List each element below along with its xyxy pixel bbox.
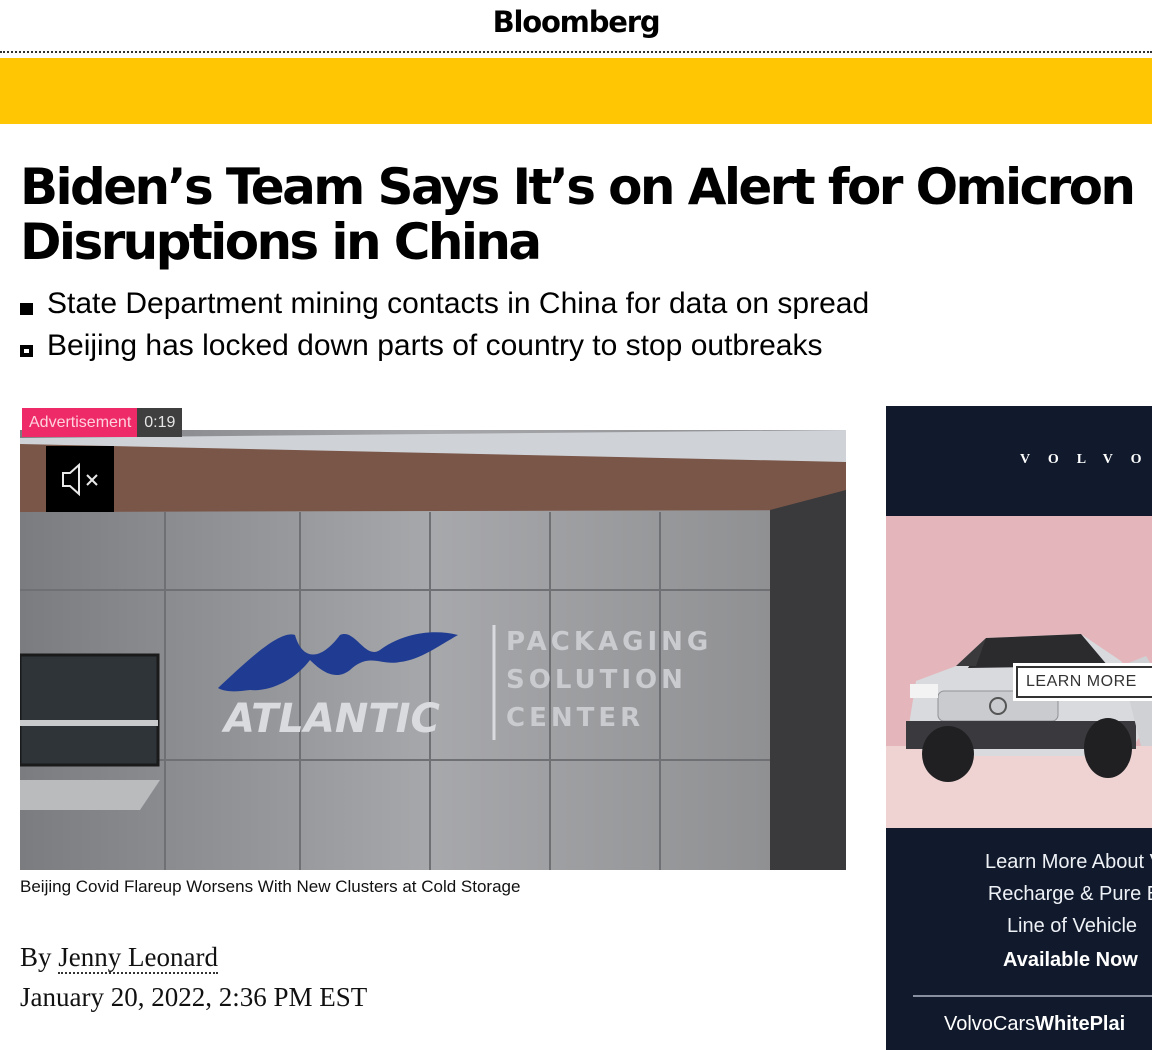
speaker-muted-icon [62,462,98,497]
volvo-logo: VOLVO [1020,452,1152,467]
ad-cta[interactable]: Available Now [1003,949,1138,972]
ad-copy-line-1: Learn More About V [985,851,1152,873]
sign-line-1: PACKAGING [506,627,712,657]
dealer-name: WhitePlai [1035,1013,1126,1035]
ad-car-image: LEARN MORE [886,516,1152,828]
ad-copy: Learn More About V Recharge & Pure E Lin… [944,846,1152,942]
square-bullet-icon [20,303,33,315]
square-bullet-icon [20,345,33,357]
volvo-side-ad[interactable]: VOLVO LEARN MORE Learn More About V Rech… [886,406,1152,1050]
ad-dealer: VolvoCarsWhitePlai [944,1013,1125,1036]
sign-brand-text: ATLANTIC [221,696,440,742]
video-frame-image: ATLANTIC PACKAGING SOLUTION CENTER [20,430,846,870]
bloomberg-logo[interactable]: Bloomberg [0,5,1152,39]
video-player[interactable]: ATLANTIC PACKAGING SOLUTION CENTER [20,430,846,870]
sign-line-3: CENTER [506,703,644,733]
sign-line-2: SOLUTION [506,665,687,695]
ad-label: Advertisement [22,408,138,437]
author-link[interactable]: Jenny Leonard [58,942,218,974]
summary-bullet-text: State Department mining contacts in Chin… [47,287,870,320]
top-banner [0,58,1152,124]
summary-bullet: State Department mining contacts in Chin… [20,283,869,325]
masthead: Bloomberg [0,0,1152,54]
mute-button[interactable] [46,446,114,512]
ad-copy-line-3: Line of Vehicle [1006,915,1138,937]
video-caption: Beijing Covid Flareup Worsens With New C… [20,877,521,896]
ad-copy-line-2: Recharge & Pure E [987,883,1152,905]
ad-countdown: 0:19 [137,408,183,437]
video-ad-badge: Advertisement 0:19 [22,408,183,437]
learn-more-button[interactable]: LEARN MORE [1016,666,1152,698]
headline-line-2: Disruptions in China [20,213,542,271]
headline-line-1: Biden’s Team Says It’s on Alert for Omic… [20,158,1136,216]
dealer-prefix: VolvoCars [944,1013,1036,1035]
publish-date: January 20, 2022, 2:36 PM EST [20,982,368,1012]
article-summary: State Department mining contacts in Chin… [20,283,869,367]
ad-divider [913,995,1152,997]
summary-bullet: Beijing has locked down parts of country… [20,325,869,367]
article-headline: Biden’s Team Says It’s on Alert for Omic… [20,160,1145,270]
byline-prefix: By [20,942,52,972]
byline: By Jenny Leonard [20,942,218,974]
summary-bullet-text: Beijing has locked down parts of country… [47,329,823,362]
masthead-divider [0,51,1152,53]
